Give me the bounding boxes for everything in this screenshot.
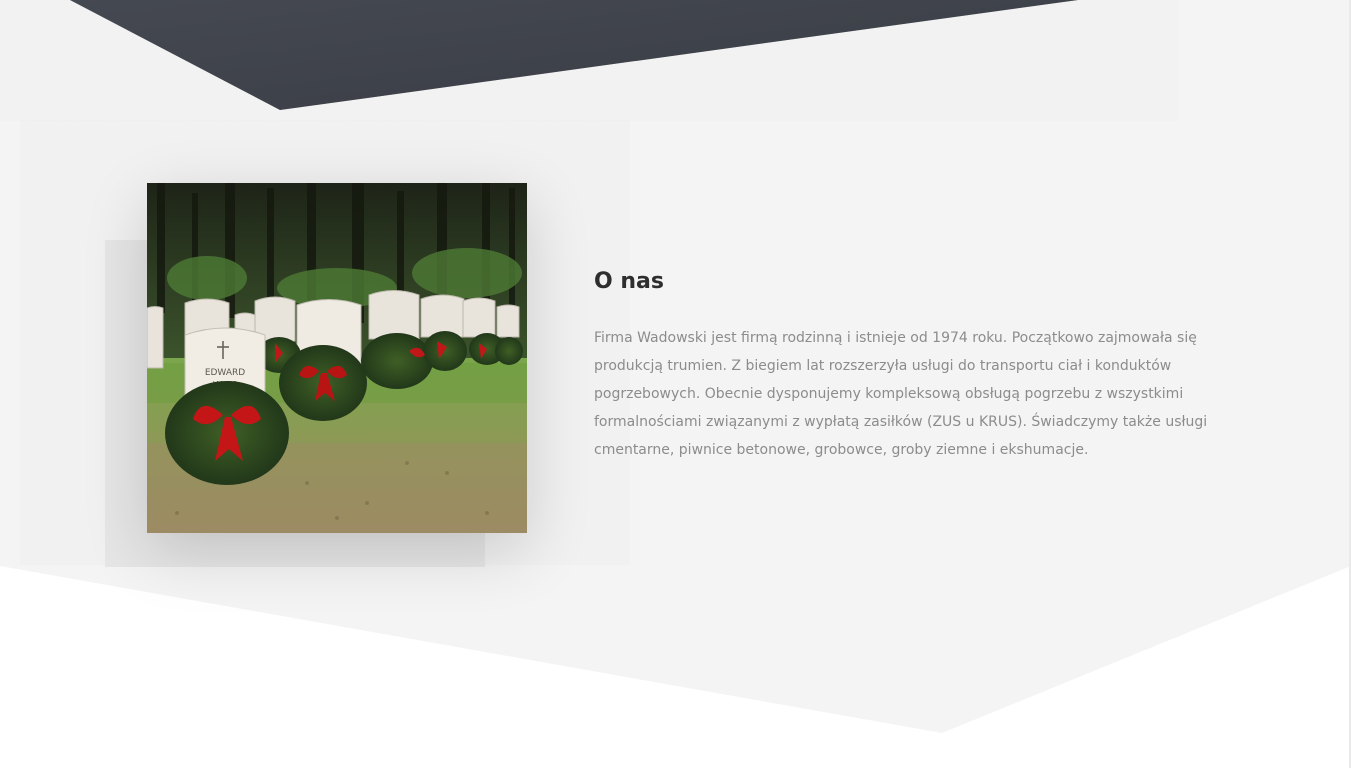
cemetery-photo: EDWARD JAMES	[147, 183, 527, 533]
about-section: O nas Firma Wadowski jest firmą rodzinną…	[594, 264, 1239, 464]
cemetery-illustration: EDWARD JAMES	[147, 183, 527, 533]
section-title: O nas	[594, 269, 664, 294]
headstone-inscription: EDWARD	[205, 368, 245, 378]
about-description: Firma Wadowski jest firmą rodzinną i ist…	[594, 330, 1208, 458]
